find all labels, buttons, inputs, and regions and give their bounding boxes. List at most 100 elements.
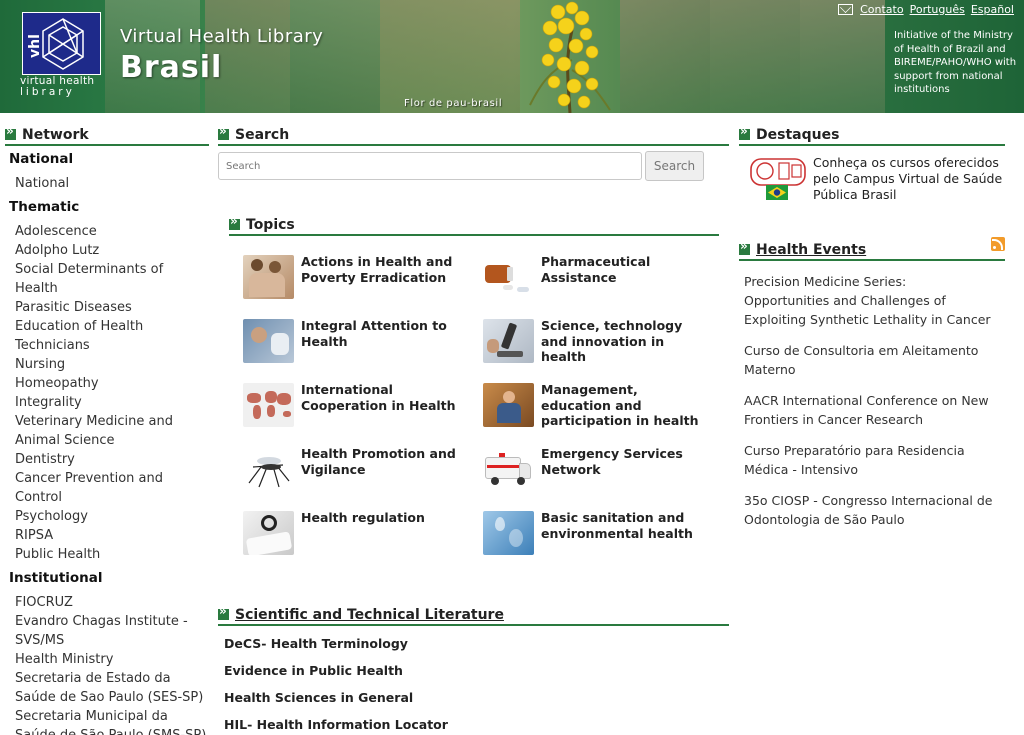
- network-link[interactable]: RIPSA: [9, 526, 209, 545]
- events-list: Precision Medicine Series: Opportunities…: [744, 272, 994, 541]
- site-header: vhl virtual health library Virtual Healt…: [0, 0, 1024, 113]
- event-link[interactable]: Curso Preparatório para Residencia Médic…: [744, 441, 994, 479]
- network-link[interactable]: Adolescence: [9, 222, 209, 241]
- event-link[interactable]: AACR International Conference on New Fro…: [744, 391, 994, 429]
- header-photo: [380, 0, 520, 113]
- search-input[interactable]: [218, 152, 642, 180]
- topic-label[interactable]: Science, technology and innovation in he…: [541, 318, 711, 365]
- literature-link[interactable]: HIL- Health Information Locator: [224, 717, 448, 732]
- initiative-text: Initiative of the Ministry of Health of …: [894, 30, 1017, 95]
- literature-link[interactable]: Health Sciences in General: [224, 690, 413, 705]
- network-link[interactable]: Homeopathy: [9, 374, 209, 393]
- vhl-logo-icon: vhl: [27, 18, 84, 70]
- spanish-link[interactable]: Español: [971, 3, 1014, 16]
- flower-caption: Flor de pau-brasil: [404, 98, 503, 109]
- topic-item[interactable]: Management, education and participation …: [483, 382, 711, 429]
- group-title-national: National: [9, 151, 74, 167]
- event-link[interactable]: 35o CIOSP - Congresso Internacional de O…: [744, 491, 994, 529]
- network-link[interactable]: Secretaria Municipal da Saúde de São Pau…: [9, 707, 209, 735]
- search-button[interactable]: Search: [645, 151, 704, 181]
- network-heading: Network: [5, 124, 209, 146]
- topic-item[interactable]: Health Promotion and Vigilance: [243, 446, 471, 491]
- topic-label[interactable]: Management, education and participation …: [541, 382, 711, 429]
- topic-label[interactable]: International Cooperation in Health: [301, 382, 471, 413]
- topic-label[interactable]: Integral Attention to Health: [301, 318, 471, 349]
- event-link[interactable]: Precision Medicine Series: Opportunities…: [744, 272, 994, 329]
- mosquito-icon: [243, 447, 294, 491]
- network-list: National National Thematic Adolescence A…: [9, 150, 209, 735]
- topic-item[interactable]: Basic sanitation and environmental healt…: [483, 510, 711, 555]
- header-photo: [710, 0, 800, 113]
- health-events-heading: Health Events: [739, 239, 1005, 261]
- pill-bottle-icon: [483, 255, 534, 299]
- topic-item[interactable]: Emergency Services Network: [483, 446, 711, 491]
- svg-text:vhl: vhl: [27, 34, 43, 58]
- event-link[interactable]: Curso de Consultoria em Aleitamento Mate…: [744, 341, 994, 379]
- portuguese-link[interactable]: Português: [910, 3, 965, 16]
- topic-label[interactable]: Emergency Services Network: [541, 446, 711, 477]
- topic-item[interactable]: International Cooperation in Health: [243, 382, 471, 427]
- topic-label[interactable]: Health regulation: [301, 510, 471, 526]
- campus-virtual-banner[interactable]: Conheça os cursos oferecidos pelo Campus…: [749, 155, 1008, 203]
- topic-item[interactable]: Pharmaceutical Assistance: [483, 254, 711, 299]
- doctor-photo-icon: [243, 319, 294, 363]
- literature-link[interactable]: DeCS- Health Terminology: [224, 636, 408, 651]
- topic-label[interactable]: Basic sanitation and environmental healt…: [541, 510, 711, 541]
- network-link[interactable]: Dentistry: [9, 450, 209, 469]
- network-link[interactable]: Parasitic Diseases: [9, 298, 209, 317]
- world-map-icon: [243, 383, 294, 427]
- topics-heading: Topics: [229, 214, 719, 236]
- network-link[interactable]: FIOCRUZ: [9, 593, 209, 612]
- group-title-thematic: Thematic: [9, 199, 80, 215]
- section-bullet-icon: [5, 124, 16, 140]
- network-link[interactable]: Social Determinants of Health: [9, 260, 209, 298]
- network-link[interactable]: Adolpho Lutz: [9, 241, 209, 260]
- logo-caption: virtual health library: [20, 75, 95, 98]
- network-link[interactable]: Veterinary Medicine and Animal Science: [9, 412, 209, 450]
- network-link[interactable]: Education of Health Technicians: [9, 317, 209, 355]
- site-title: Virtual Health Library: [120, 26, 324, 47]
- topic-label[interactable]: Health Promotion and Vigilance: [301, 446, 471, 477]
- banner-text[interactable]: Conheça os cursos oferecidos pelo Campus…: [813, 155, 1008, 203]
- destaques-heading: Destaques: [739, 124, 1005, 146]
- network-link[interactable]: National: [9, 174, 209, 193]
- family-photo-icon: [243, 255, 294, 299]
- network-link[interactable]: Secretaria de Estado da Saúde de Sao Pau…: [9, 669, 209, 707]
- topic-item[interactable]: Science, technology and innovation in he…: [483, 318, 711, 365]
- contact-link[interactable]: Contato: [860, 3, 903, 16]
- pau-brasil-flower-icon: [529, 1, 611, 113]
- literature-heading: Scientific and Technical Literature: [218, 604, 729, 626]
- section-bullet-icon: [739, 124, 750, 140]
- microscope-icon: [483, 319, 534, 363]
- group-title-institutional: Institutional: [9, 570, 103, 586]
- section-bullet-icon: [218, 124, 229, 140]
- search-heading: Search: [218, 124, 729, 146]
- topic-label[interactable]: Actions in Health and Poverty Erradicati…: [301, 254, 471, 285]
- network-link[interactable]: Cancer Prevention and Control: [9, 469, 209, 507]
- campus-virtual-logo-icon: [750, 158, 806, 200]
- section-bullet-icon: [218, 604, 229, 620]
- header-photo: [800, 0, 885, 113]
- network-link[interactable]: Health Ministry: [9, 650, 209, 669]
- section-bullet-icon: [229, 214, 240, 230]
- network-link[interactable]: Psychology: [9, 507, 209, 526]
- ambulance-icon: [483, 447, 534, 491]
- site-subtitle: Brasil: [120, 50, 223, 85]
- vhl-logo[interactable]: vhl: [22, 12, 101, 75]
- topic-label[interactable]: Pharmaceutical Assistance: [541, 254, 711, 285]
- topic-item[interactable]: Actions in Health and Poverty Erradicati…: [243, 254, 471, 299]
- literature-link[interactable]: Evidence in Public Health: [224, 663, 403, 678]
- section-bullet-icon: [739, 239, 750, 255]
- network-link[interactable]: Public Health: [9, 545, 209, 564]
- topic-item[interactable]: Integral Attention to Health: [243, 318, 471, 363]
- rss-icon[interactable]: [991, 237, 1005, 251]
- header-photo: [290, 0, 380, 113]
- envelope-icon[interactable]: [838, 4, 854, 15]
- top-links: Contato Português Español: [838, 3, 1014, 16]
- water-icon: [483, 511, 534, 555]
- network-link[interactable]: Integrality: [9, 393, 209, 412]
- network-link[interactable]: Nursing: [9, 355, 209, 374]
- management-photo-icon: [483, 383, 534, 427]
- network-link[interactable]: Evandro Chagas Institute - SVS/MS: [9, 612, 209, 650]
- topic-item[interactable]: Health regulation: [243, 510, 471, 555]
